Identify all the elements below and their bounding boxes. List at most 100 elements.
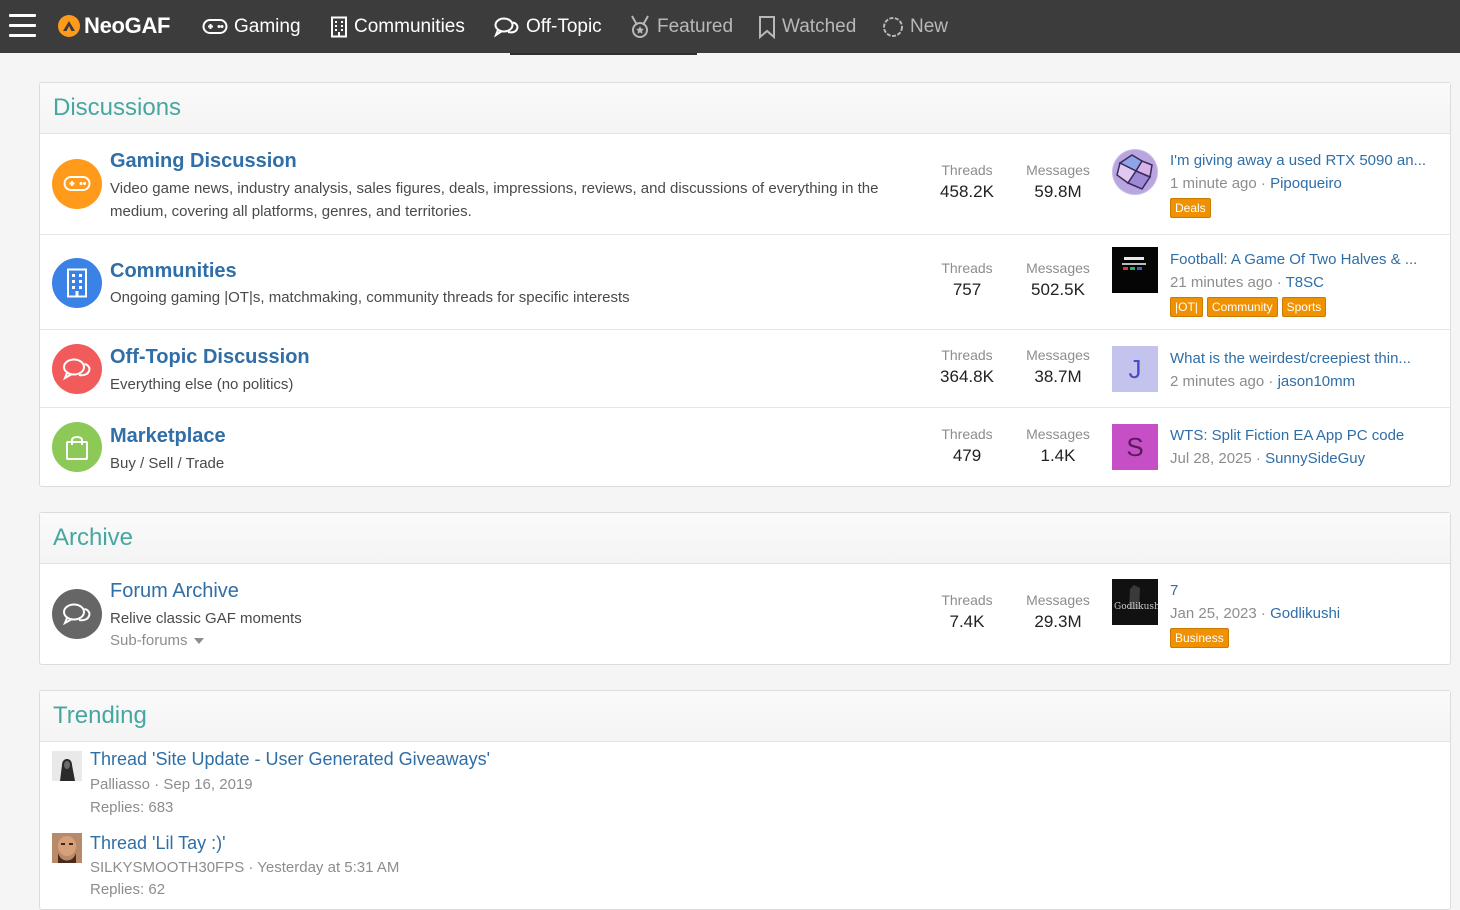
- avatar[interactable]: [52, 751, 82, 781]
- latest-time: 1 minute ago: [1170, 175, 1257, 192]
- nav-watched-label: Watched: [782, 15, 857, 37]
- forum-title[interactable]: Forum Archive: [110, 580, 239, 603]
- avatar[interactable]: Godlikushi: [1112, 579, 1158, 625]
- latest-user-link[interactable]: SunnySideGuy: [1265, 450, 1365, 467]
- latest-thread-link[interactable]: What is the weirdest/creepiest thin...: [1170, 350, 1440, 367]
- tag-business[interactable]: Business: [1170, 628, 1229, 648]
- forum-description: Ongoing gaming |OT|s, matchmaking, commu…: [110, 289, 630, 306]
- latest-thread-meta: Jan 25, 2023 · Godlikushi: [1170, 605, 1341, 622]
- chat-bubbles-icon: [52, 589, 102, 639]
- thread-tags: |OT| Community Sports: [1170, 297, 1327, 317]
- latest-time: Jul 28, 2025: [1170, 450, 1252, 467]
- trending-thread-link[interactable]: Thread 'Site Update - User Generated Giv…: [90, 749, 490, 770]
- sub-forums-toggle[interactable]: Sub-forums: [110, 632, 204, 649]
- forum-node-gaming-discussion: Gaming Discussion Video game news, indus…: [40, 134, 1450, 235]
- avatar[interactable]: [52, 833, 82, 863]
- tag-ot[interactable]: |OT|: [1170, 297, 1203, 317]
- thread-tags: Business: [1170, 628, 1229, 648]
- trending-thread-link[interactable]: Thread 'Lil Tay :)': [90, 833, 226, 854]
- thread-tags: Deals: [1170, 198, 1211, 218]
- forum-node-forum-archive: Forum Archive Relive classic GAF moments…: [40, 564, 1450, 664]
- gamepad-icon: [202, 18, 228, 34]
- discussions-block: Discussions Gaming Discussion Video game…: [39, 82, 1451, 487]
- forum-node-marketplace: Marketplace Buy / Sell / Trade Threads 47…: [40, 408, 1450, 486]
- avatar[interactable]: J: [1112, 346, 1158, 392]
- forum-description: Video game news, industry analysis, sale…: [110, 180, 879, 220]
- latest-user-link[interactable]: Pipoqueiro: [1270, 175, 1342, 192]
- avatar[interactable]: [1112, 247, 1158, 293]
- block-title[interactable]: Trending: [53, 702, 147, 730]
- trending-thread-replies: Replies: 62: [90, 881, 166, 898]
- latest-thread-link[interactable]: Football: A Game Of Two Halves & ...: [1170, 251, 1440, 268]
- tag-sports[interactable]: Sports: [1281, 297, 1327, 317]
- archive-block: Archive Forum Archive Relive classic GAF…: [39, 512, 1451, 665]
- nav-gaming[interactable]: Gaming: [202, 0, 301, 53]
- avatar[interactable]: S: [1112, 424, 1158, 470]
- nav-off-topic-label: Off-Topic: [526, 15, 602, 37]
- trending-thread-replies: Replies: 683: [90, 799, 174, 816]
- latest-user-link[interactable]: jason10mm: [1278, 373, 1356, 390]
- latest-user-link[interactable]: Godlikushi: [1270, 605, 1340, 622]
- trending-block: Trending Thread 'Site Update - User Gene…: [39, 690, 1451, 910]
- messages-stat: Messages 38.7M: [1026, 347, 1090, 386]
- avatar[interactable]: [1112, 149, 1158, 195]
- forum-description: Relive classic GAF moments: [110, 610, 302, 627]
- forum-title[interactable]: Gaming Discussion: [110, 150, 297, 173]
- forum-node-communities: Communities Ongoing gaming |OT|s, matchm…: [40, 235, 1450, 330]
- nav-watched[interactable]: Watched: [758, 0, 856, 53]
- threads-stat: Threads 479: [941, 426, 993, 465]
- latest-thread-meta: 21 minutes ago · T8SC: [1170, 274, 1324, 291]
- latest-thread-link[interactable]: WTS: Split Fiction EA App PC code: [1170, 427, 1440, 444]
- nav-gaming-label: Gaming: [234, 15, 301, 37]
- latest-time: 21 minutes ago: [1170, 274, 1273, 291]
- latest-thread-meta: Jul 28, 2025 · SunnySideGuy: [1170, 450, 1366, 467]
- nav-featured-label: Featured: [657, 15, 734, 37]
- messages-stat: Messages 59.8M: [1026, 162, 1090, 201]
- forum-description: Everything else (no politics): [110, 376, 294, 393]
- tag-deals[interactable]: Deals: [1170, 198, 1211, 218]
- block-header: Archive: [40, 513, 1450, 564]
- nav-new-label: New: [910, 15, 949, 37]
- tag-community[interactable]: Community: [1206, 297, 1278, 317]
- nav-communities-label: Communities: [354, 15, 465, 37]
- trending-thread-meta: SILKYSMOOTH30FPS · Yesterday at 5:31 AM: [90, 859, 400, 876]
- latest-time: 2 minutes ago: [1170, 373, 1265, 390]
- chat-bubbles-icon: [494, 17, 519, 38]
- nav-featured[interactable]: Featured: [629, 0, 733, 53]
- nav-off-topic[interactable]: Off-Topic: [494, 0, 697, 55]
- building-icon: [52, 258, 102, 308]
- block-title[interactable]: Discussions: [53, 94, 181, 122]
- block-title[interactable]: Archive: [53, 524, 133, 552]
- block-header: Discussions: [40, 83, 1450, 134]
- medal-icon: [631, 15, 649, 38]
- nav-new[interactable]: New: [882, 0, 948, 53]
- gamepad-icon: [52, 159, 102, 209]
- forum-description: Buy / Sell / Trade: [110, 455, 225, 472]
- caret-down-icon: [193, 638, 204, 645]
- hamburger-menu-icon[interactable]: [9, 14, 36, 38]
- threads-stat: Threads 757: [941, 260, 993, 299]
- chat-bubbles-icon: [52, 344, 102, 394]
- messages-stat: Messages 1.4K: [1026, 426, 1090, 465]
- forum-title[interactable]: Off-Topic Discussion: [110, 346, 310, 369]
- latest-thread-meta: 1 minute ago · Pipoqueiro: [1170, 175, 1342, 192]
- threads-stat: Threads 458.2K: [940, 162, 994, 201]
- logo-icon: [58, 15, 80, 37]
- forum-title[interactable]: Communities: [110, 260, 237, 283]
- messages-stat: Messages 502.5K: [1026, 260, 1090, 299]
- threads-stat: Threads 364.8K: [940, 347, 994, 386]
- shopping-bag-icon: [52, 422, 102, 472]
- latest-user-link[interactable]: T8SC: [1286, 274, 1324, 291]
- latest-time: Jan 25, 2023: [1170, 605, 1257, 622]
- messages-stat: Messages 29.3M: [1026, 592, 1090, 631]
- bookmark-icon: [759, 15, 775, 39]
- site-logo[interactable]: NeoGAF: [58, 11, 171, 41]
- circle-icon: [883, 16, 903, 37]
- forum-title[interactable]: Marketplace: [110, 425, 226, 448]
- latest-thread-link[interactable]: I'm giving away a used RTX 5090 an...: [1170, 152, 1440, 169]
- block-header: Trending: [40, 691, 1450, 742]
- trending-thread-meta: Palliasso · Sep 16, 2019: [90, 776, 253, 793]
- forum-node-off-topic-discussion: Off-Topic Discussion Everything else (no…: [40, 330, 1450, 408]
- latest-thread-link[interactable]: 7: [1170, 582, 1440, 599]
- nav-communities[interactable]: Communities: [330, 0, 465, 53]
